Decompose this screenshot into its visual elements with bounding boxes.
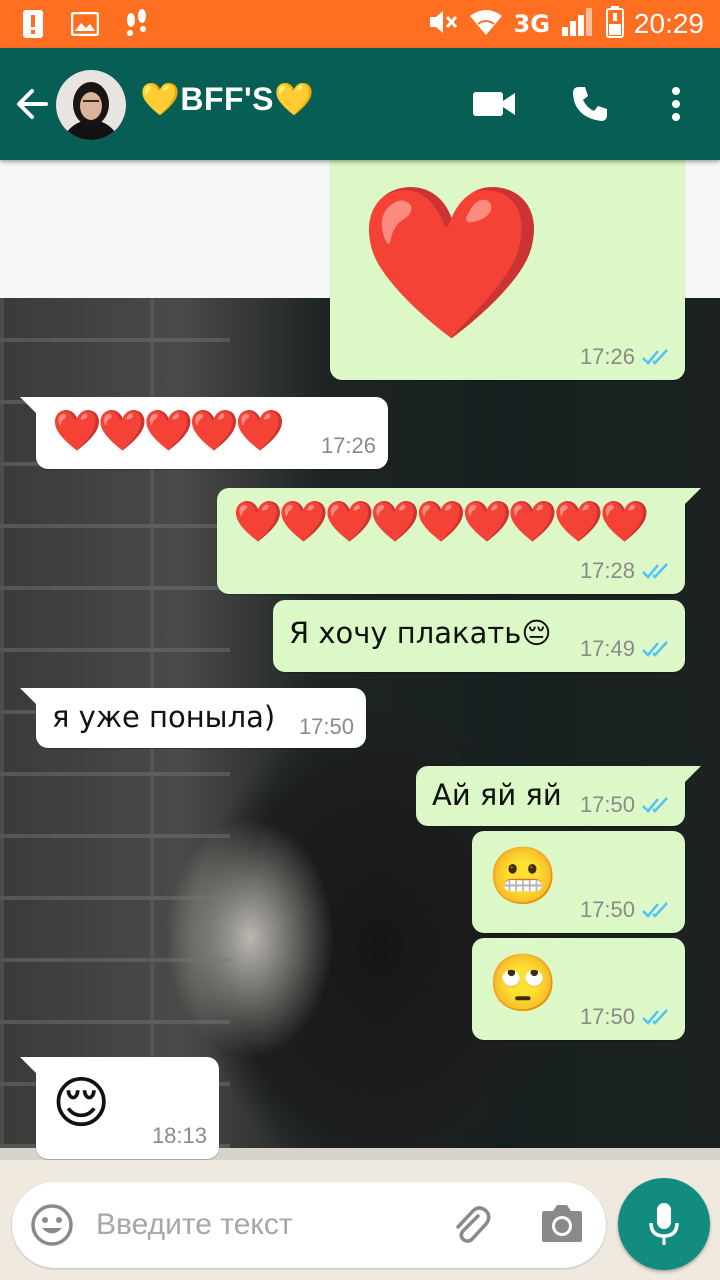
message-bubble-outgoing[interactable]: ❤️ 17:26 [330,160,685,380]
message-bubble-outgoing[interactable]: ❤️❤️❤️❤️❤️❤️❤️❤️❤️ 17:28 [217,488,701,594]
message-bubble-incoming[interactable]: 😌 18:13 [20,1057,219,1159]
network-type: 3G [513,10,550,38]
microphone-icon [649,1203,679,1245]
avatar[interactable] [56,70,126,140]
message-input[interactable] [96,1202,426,1248]
message-text: 😬 [488,844,558,909]
emoji-icon [31,1204,73,1246]
message-bubble-incoming[interactable]: я уже понылa) 17:50 [20,688,366,748]
message-time: 17:50 [579,1004,635,1029]
attach-button[interactable] [448,1202,494,1248]
message-text: Ай яй яй [432,778,562,812]
read-receipt-icon [642,641,668,657]
message-text: Я хочу плакать😔 [289,616,552,650]
message-bubble-outgoing[interactable]: 😬 17:50 [472,831,685,933]
voice-message-button[interactable] [618,1178,710,1270]
chat-area[interactable]: ❤️ 17:26 ❤️❤️❤️❤️❤️ 17:26 ❤️❤️❤️❤️❤️❤️❤️… [0,160,720,1160]
read-receipt-icon [642,1009,668,1025]
message-composer [12,1182,606,1268]
message-text: ❤️❤️❤️❤️❤️❤️❤️❤️❤️ [233,499,649,545]
message-text: 🙄 [488,951,558,1016]
battery-icon [605,6,624,42]
camera-icon [542,1205,582,1242]
message-time: 17:50 [579,897,635,922]
phone-icon [573,87,607,121]
message-time: 17:50 [298,714,354,739]
message-text: я уже понылa) [52,700,276,734]
paperclip-icon [456,1206,491,1243]
read-receipt-icon [642,563,668,579]
back-button[interactable] [12,84,52,124]
message-time: 17:26 [579,344,635,369]
message-bubble-outgoing[interactable]: Ай яй яй 17:50 [416,766,701,826]
message-text: ❤️❤️❤️❤️❤️ [52,408,285,454]
footsteps-icon [122,8,152,40]
clock: 20:29 [633,8,704,39]
status-bar: 3G 20:29 [0,0,720,48]
more-icon [672,87,680,121]
wifi-icon [468,8,504,40]
emoji-button[interactable] [30,1203,74,1247]
mute-icon [428,8,458,40]
chat-title[interactable]: 💛BFF'S💛 [140,80,314,118]
camera-button[interactable] [540,1202,584,1248]
message-bubble-outgoing[interactable]: 🙄 17:50 [472,938,685,1040]
video-call-icon [473,92,515,116]
more-options-button[interactable] [654,82,698,126]
message-time: 17:26 [320,433,376,458]
message-text: ❤️ [358,176,545,350]
alert-icon [18,8,48,40]
back-arrow-icon [17,89,48,119]
message-time: 17:49 [579,636,635,661]
video-call-button[interactable] [472,82,516,126]
message-time: 17:50 [579,792,635,817]
voice-call-button[interactable] [568,82,612,126]
read-receipt-icon [642,349,668,365]
signal-icon [560,7,596,41]
message-time: 17:28 [579,558,635,583]
read-receipt-icon [642,902,668,918]
message-bubble-incoming[interactable]: ❤️❤️❤️❤️❤️ 17:26 [20,397,388,469]
message-text: 😌 [52,1071,111,1136]
message-time: 18:13 [151,1123,207,1148]
message-bubble-outgoing[interactable]: Я хочу плакать😔 17:49 [273,600,685,672]
read-receipt-icon [642,797,668,813]
chat-header: 💛BFF'S💛 [0,48,720,160]
gallery-icon [70,8,100,40]
